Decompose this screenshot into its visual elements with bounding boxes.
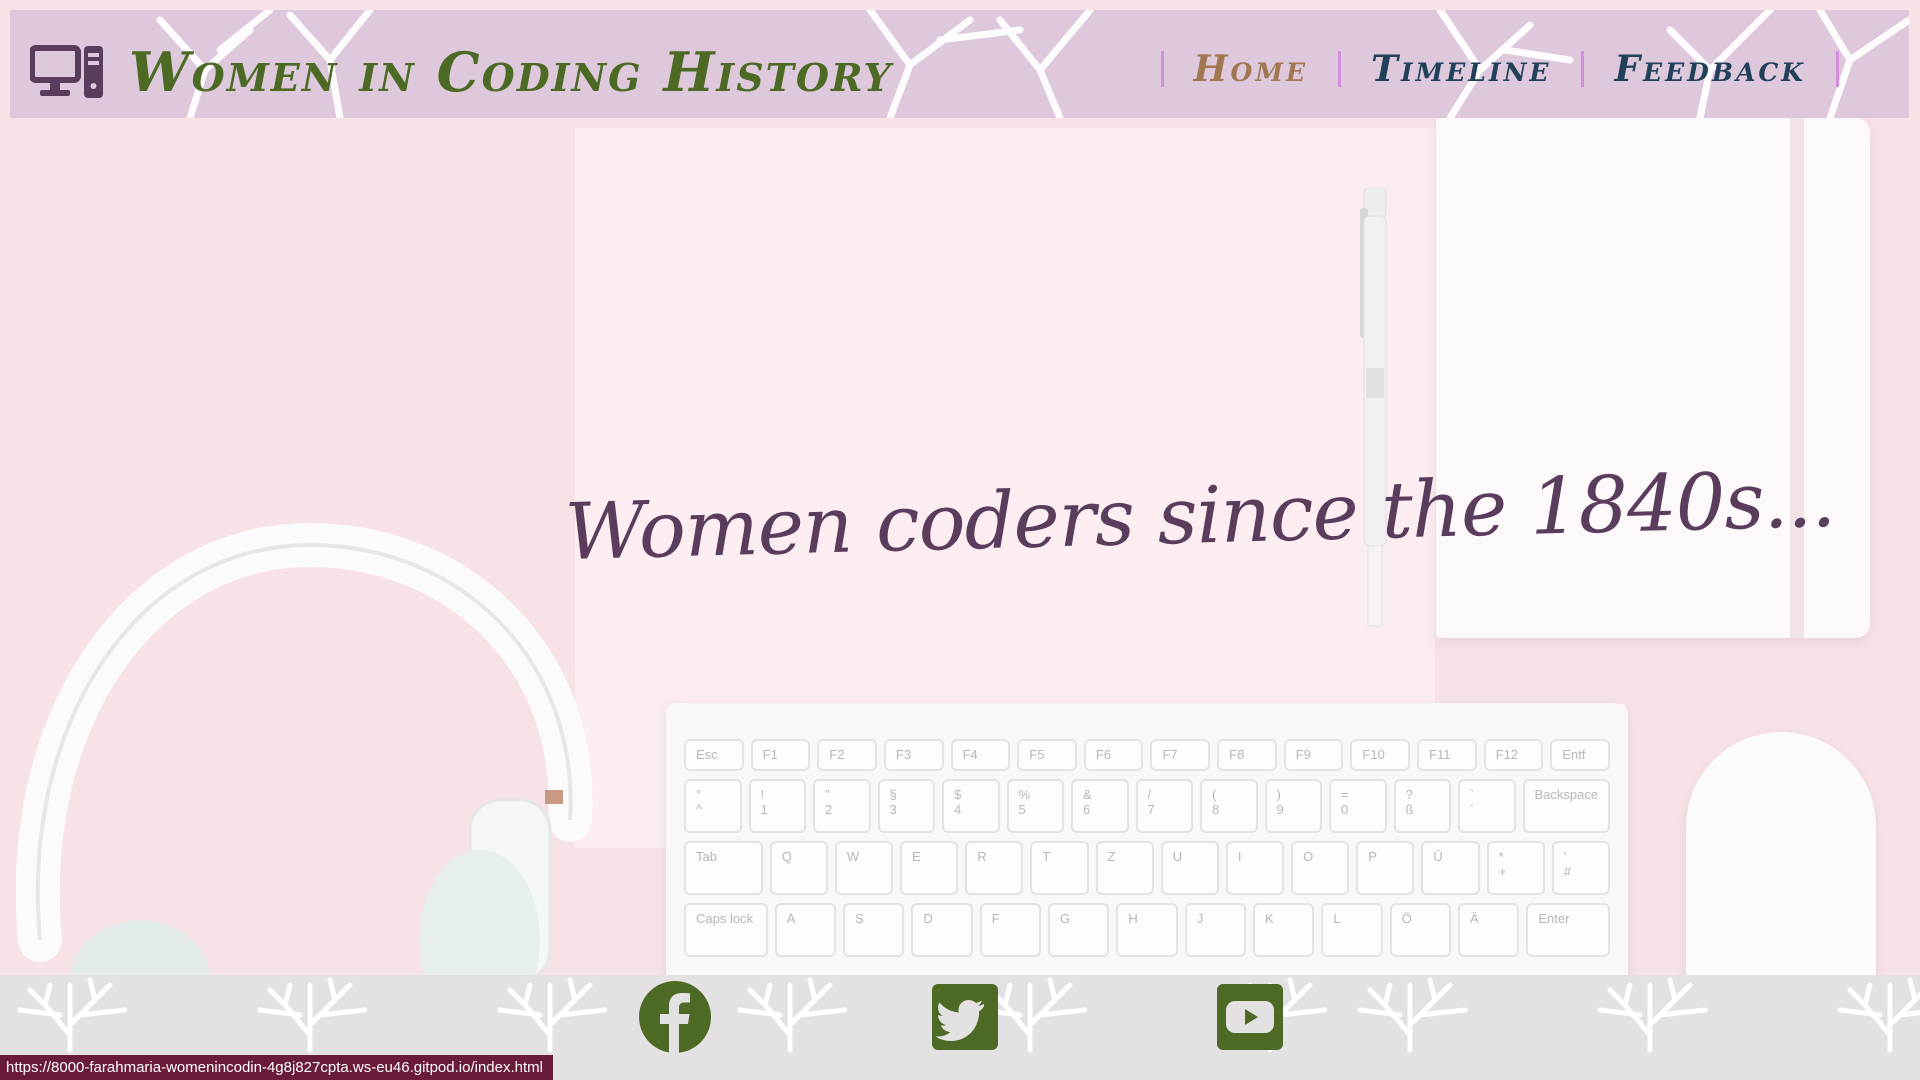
keyboard-key: " 2 xyxy=(813,779,871,833)
keyboard-key: O xyxy=(1291,841,1350,895)
keyboard-key: F12 xyxy=(1483,739,1544,771)
keyboard-key: Q xyxy=(769,841,828,895)
notebook-band xyxy=(1790,118,1804,638)
keyboard-key: = 0 xyxy=(1329,779,1387,833)
keyboard-key: & 6 xyxy=(1071,779,1129,833)
keyboard-key: F9 xyxy=(1283,739,1344,771)
keyboard-key: Ä xyxy=(1458,903,1520,957)
keyboard-key: F2 xyxy=(817,739,877,771)
keyboard-key: Esc xyxy=(684,739,744,771)
nav-feedback-link[interactable]: Feedback xyxy=(1614,48,1806,90)
keyboard-key: S xyxy=(843,903,905,957)
pen xyxy=(1360,188,1387,627)
twitter-icon xyxy=(932,984,998,1050)
keyboard-key: Caps lock xyxy=(684,903,768,957)
keyboard-key: § 3 xyxy=(877,779,935,833)
keyboard-key: ) 9 xyxy=(1264,779,1322,833)
notebook xyxy=(1436,118,1870,638)
keyboard-key: R xyxy=(965,841,1024,895)
keyboard-key: F5 xyxy=(1017,739,1077,771)
keyboard-key: ! 1 xyxy=(748,779,806,833)
keyboard-key: Backspace xyxy=(1522,779,1611,833)
keyboard-key: / 7 xyxy=(1135,779,1193,833)
nav-separator xyxy=(1836,51,1839,87)
keyboard-key: D xyxy=(911,903,973,957)
keyboard-key: F4 xyxy=(950,739,1011,771)
keyboard-key: H xyxy=(1116,903,1178,957)
keyboard-key: Z xyxy=(1095,841,1154,895)
nav-timeline-link[interactable]: Timeline xyxy=(1371,48,1551,90)
keyboard-key: F11 xyxy=(1417,739,1477,771)
keyboard-key: F3 xyxy=(883,739,944,771)
nav-separator xyxy=(1338,51,1342,87)
keyboard-key: A xyxy=(774,903,837,957)
keyboard-key: E xyxy=(900,841,959,895)
youtube-icon xyxy=(1217,984,1283,1050)
keyboard-key: Tab xyxy=(684,841,763,895)
keyboard-key: P xyxy=(1356,841,1415,895)
keyboard-key: % 5 xyxy=(1006,779,1064,833)
keyboard-key: ° ^ xyxy=(684,779,742,833)
keyboard-key: * + xyxy=(1486,841,1545,895)
site-header: Women in Coding History Home Timeline Fe… xyxy=(10,10,1909,118)
keyboard-key: T xyxy=(1030,841,1089,895)
keyboard-key: L xyxy=(1321,903,1383,957)
facebook-link[interactable] xyxy=(638,980,712,1054)
status-bar-url: https://8000-farahmaria-womenincodin-4g8… xyxy=(0,1055,553,1080)
site-logo[interactable]: Women in Coding History xyxy=(30,40,893,104)
headphones xyxy=(15,522,593,980)
keyboard-key: U xyxy=(1160,841,1219,895)
keyboard-key: $ 4 xyxy=(942,779,1000,833)
keyboard-key: F10 xyxy=(1350,739,1411,771)
keyboard-key: Ö xyxy=(1389,903,1451,957)
keyboard-key: I xyxy=(1225,841,1285,895)
keyboard-key: F1 xyxy=(750,739,811,771)
keyboard-key: F8 xyxy=(1217,739,1277,771)
keyboard-key: ? ß xyxy=(1393,779,1451,833)
keyboard-key: Enter xyxy=(1526,903,1611,957)
desktop-computer-icon xyxy=(30,45,103,98)
keyboard-key: F7 xyxy=(1150,739,1211,771)
keyboard-key: G xyxy=(1048,903,1110,957)
youtube-link[interactable] xyxy=(1213,980,1287,1054)
keyboard-key: Entf xyxy=(1550,739,1610,771)
keyboard-key: K xyxy=(1253,903,1315,957)
keyboard-key: ` ´ xyxy=(1458,779,1516,833)
site-title: Women in Coding History xyxy=(129,40,893,104)
main-nav: Home Timeline Feedback xyxy=(1131,48,1869,90)
keyboard-key: ' # xyxy=(1551,841,1610,895)
keyboard-key: F xyxy=(979,903,1042,957)
keyboard-key: ( 8 xyxy=(1200,779,1258,833)
keyboard-key: W xyxy=(834,841,894,895)
nav-separator xyxy=(1581,51,1585,87)
keyboard-key: J xyxy=(1184,903,1247,957)
keyboard-key: Ü xyxy=(1421,841,1480,895)
twitter-link[interactable] xyxy=(928,980,1002,1054)
facebook-icon xyxy=(639,981,711,1054)
keyboard-key: F6 xyxy=(1083,739,1144,771)
nav-home-link[interactable]: Home xyxy=(1194,48,1309,90)
nav-separator xyxy=(1160,51,1164,87)
